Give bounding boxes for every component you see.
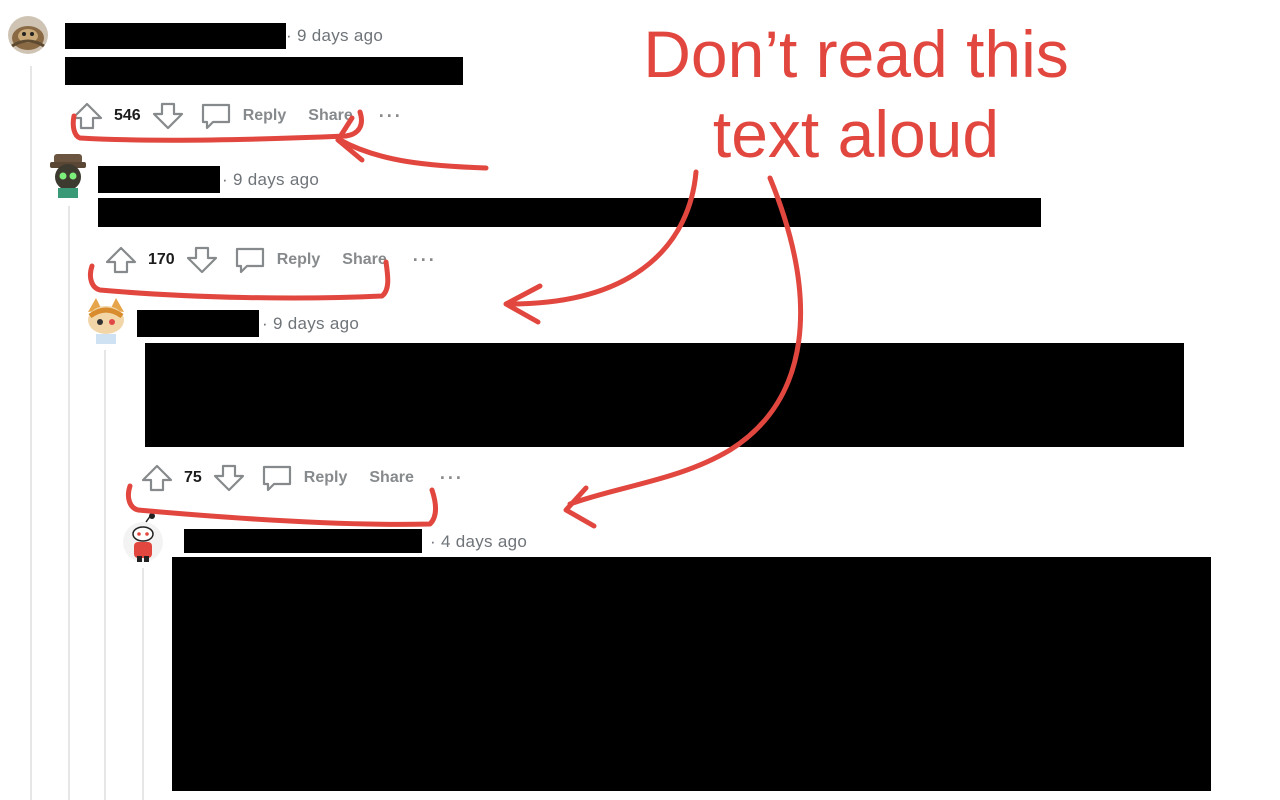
reply-button[interactable]: Reply [243,107,287,125]
annotation-line-1: Don’t read this [643,17,1069,91]
comment-timestamp: · 4 days ago [430,532,528,551]
comment-timestamp: · 9 days ago [222,170,320,189]
speech-bubble-icon[interactable] [260,463,294,493]
redacted-comment-body [172,557,1211,791]
avatar[interactable] [118,512,168,562]
ellipsis-icon[interactable]: ··· [379,107,403,125]
annotation-arrow [337,137,489,171]
comment-timestamp: · 9 days ago [286,26,384,45]
speech-bubble-icon[interactable] [199,101,233,131]
avatar[interactable] [82,296,130,344]
annotation-arrowhead [563,485,597,529]
redacted-username [137,310,259,337]
redacted-username [65,23,286,49]
arrow-down-icon[interactable] [185,245,219,275]
redacted-comment-body [65,57,463,85]
arrow-up-icon[interactable] [70,101,104,131]
ellipsis-icon[interactable]: ··· [413,251,437,269]
avatar[interactable] [8,16,48,54]
share-button[interactable]: Share [308,107,352,125]
comment-action-bar: 546 Reply Share ··· [70,100,403,132]
share-button[interactable]: Share [369,469,413,487]
speech-bubble-icon[interactable] [233,245,267,275]
arrow-up-icon[interactable] [140,463,174,493]
thread-line-level-1[interactable] [30,66,32,800]
comment-action-bar: 75 Reply Share ··· [140,462,464,494]
ellipsis-icon[interactable]: ··· [440,469,464,487]
redacted-comment-body [98,198,1041,227]
vote-count: 170 [148,251,175,268]
annotation-line-2: text aloud [712,97,1000,171]
annotation-arrowhead [503,283,543,325]
comment-timestamp: · 9 days ago [262,314,360,333]
thread-line-level-4[interactable] [142,568,144,800]
redacted-username [98,166,220,193]
annotation-arrow [507,169,699,307]
thread-line-level-3[interactable] [104,350,106,800]
reply-button[interactable]: Reply [277,251,321,269]
redacted-username [184,529,422,553]
comment-action-bar: 170 Reply Share ··· [104,244,437,276]
annotation-heading: Don’t read this text aloud [612,14,1100,174]
thread-line-level-2[interactable] [68,206,70,800]
arrow-down-icon[interactable] [151,101,185,131]
avatar[interactable] [44,150,92,198]
vote-count: 546 [114,107,141,124]
redacted-comment-body [145,343,1184,447]
reply-button[interactable]: Reply [304,469,348,487]
share-button[interactable]: Share [342,251,386,269]
arrow-down-icon[interactable] [212,463,246,493]
vote-count: 75 [184,469,202,486]
arrow-up-icon[interactable] [104,245,138,275]
